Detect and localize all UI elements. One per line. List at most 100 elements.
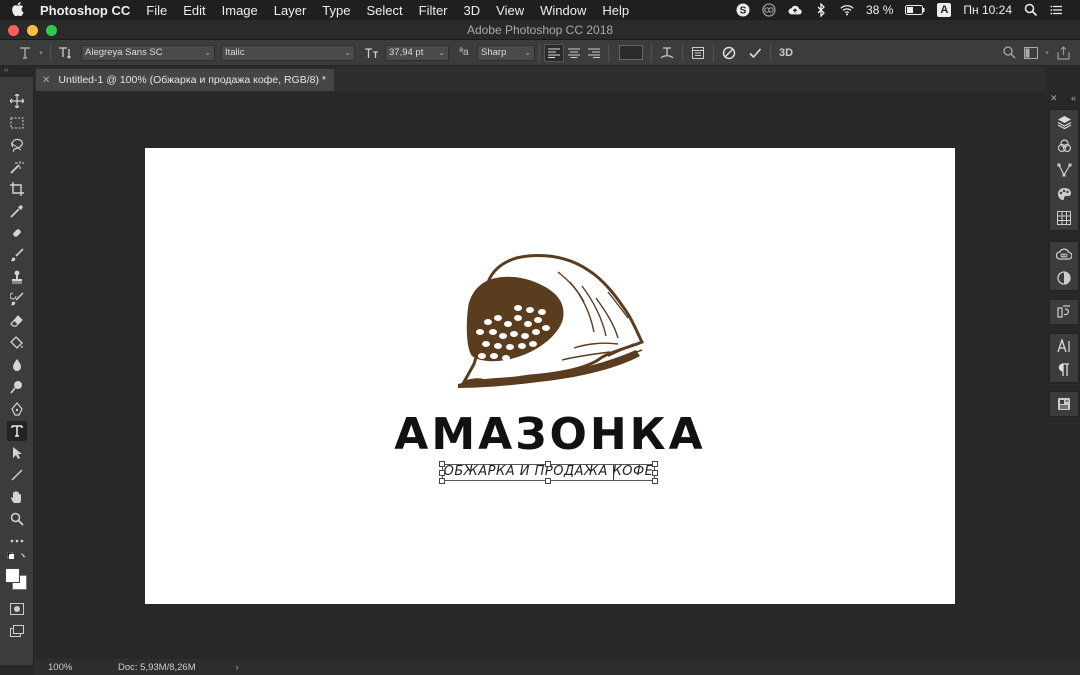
type-tool-preset-icon[interactable] <box>14 42 36 64</box>
align-right-button[interactable] <box>584 44 604 62</box>
font-style-select[interactable]: Italic ⌄ <box>221 44 355 61</box>
menu-window[interactable]: Window <box>532 3 594 18</box>
share-icon[interactable] <box>1052 42 1074 64</box>
bbox-handle-bottom-right[interactable] <box>652 478 658 484</box>
document-tab[interactable]: ✕ Untitled-1 @ 100% (Обжарка и продажа к… <box>36 69 334 91</box>
bluetooth-icon[interactable] <box>808 3 834 17</box>
wifi-icon[interactable] <box>834 3 860 17</box>
tools-panel-collapse-icon[interactable]: ›› <box>0 67 34 77</box>
notification-center-icon[interactable] <box>1044 3 1070 17</box>
close-tab-icon[interactable]: ✕ <box>42 75 50 86</box>
spotlight-search-icon[interactable] <box>1018 3 1044 17</box>
layers-panel-icon[interactable] <box>1050 110 1078 134</box>
zoom-level[interactable]: 100% <box>34 662 84 673</box>
dodge-tool-icon[interactable] <box>7 377 27 397</box>
apple-menu-icon[interactable] <box>0 1 36 19</box>
character-panel-icon[interactable] <box>1050 334 1078 358</box>
menu-select[interactable]: Select <box>358 3 410 18</box>
history-brush-tool-icon[interactable] <box>7 289 27 309</box>
document-canvas[interactable]: АМАЗОНКА ОБЖАРКА И ПРОДАЖА КОФЕ <box>145 148 955 604</box>
cancel-edits-icon[interactable] <box>718 42 740 64</box>
close-window-button[interactable] <box>8 25 19 36</box>
type-tool-icon[interactable] <box>7 421 27 441</box>
pen-tool-icon[interactable] <box>7 399 27 419</box>
more-tools-icon[interactable] <box>7 531 27 551</box>
toggle-text-orientation-icon[interactable] <box>55 42 77 64</box>
bbox-handle-top-middle[interactable] <box>545 461 551 467</box>
menu-view[interactable]: View <box>488 3 532 18</box>
blur-tool-icon[interactable] <box>7 355 27 375</box>
skype-icon[interactable]: S <box>730 3 756 17</box>
menu-type[interactable]: Type <box>314 3 358 18</box>
channels-panel-icon[interactable] <box>1050 134 1078 158</box>
document-size-info[interactable]: Doc: 5,93M/8,26M <box>118 662 196 673</box>
align-center-button[interactable] <box>564 44 584 62</box>
clone-stamp-tool-icon[interactable] <box>7 267 27 287</box>
hand-tool-icon[interactable] <box>7 487 27 507</box>
bbox-handle-middle-left[interactable] <box>439 470 445 476</box>
align-left-button[interactable] <box>544 43 564 62</box>
paths-panel-icon[interactable] <box>1050 158 1078 182</box>
preset-dropdown-icon[interactable]: ▾ <box>36 42 46 64</box>
eyedropper-tool-icon[interactable] <box>7 201 27 221</box>
menu-3d[interactable]: 3D <box>456 3 489 18</box>
workspace-switcher-icon[interactable] <box>1020 42 1042 64</box>
menubar-clock[interactable]: Пн 10:24 <box>957 3 1018 17</box>
character-paragraph-panel-icon[interactable] <box>687 42 709 64</box>
cloud-upload-icon[interactable] <box>782 3 808 17</box>
default-swap-colors-icon[interactable] <box>7 551 27 563</box>
bbox-handle-bottom-left[interactable] <box>439 478 445 484</box>
marquee-tool-icon[interactable] <box>7 113 27 133</box>
zoom-window-button[interactable] <box>46 25 57 36</box>
app-menu[interactable]: Photoshop CC <box>36 3 138 18</box>
brand-headline[interactable]: АМАЗОНКА <box>145 409 955 460</box>
minimize-window-button[interactable] <box>27 25 38 36</box>
close-dock-icon[interactable]: ✕ <box>1050 93 1058 103</box>
search-icon[interactable] <box>998 42 1020 64</box>
color-swatches[interactable] <box>5 568 29 592</box>
libraries-panel-icon[interactable] <box>1050 242 1078 266</box>
bbox-handle-top-right[interactable] <box>652 461 658 467</box>
text-color-swatch[interactable] <box>619 45 643 60</box>
paint-bucket-tool-icon[interactable] <box>7 333 27 353</box>
font-size-select[interactable]: 37,94 pt ⌄ <box>385 44 449 61</box>
input-source-indicator[interactable]: A <box>931 3 957 17</box>
commit-edits-icon[interactable] <box>744 42 766 64</box>
line-tool-icon[interactable] <box>7 465 27 485</box>
swatches-panel-icon[interactable] <box>1050 182 1078 206</box>
crop-tool-icon[interactable] <box>7 179 27 199</box>
healing-brush-tool-icon[interactable] <box>7 223 27 243</box>
status-menu-arrow-icon[interactable]: › <box>236 662 239 673</box>
foreground-color-swatch[interactable] <box>5 568 20 583</box>
bbox-handle-bottom-middle[interactable] <box>545 478 551 484</box>
bbox-handle-middle-right[interactable] <box>652 470 658 476</box>
canvas-workspace[interactable]: АМАЗОНКА ОБЖАРКА И ПРОДАЖА КОФЕ <box>34 91 1046 659</box>
font-family-select[interactable]: Alegreya Sans SC ⌄ <box>81 44 215 61</box>
expand-dock-icon[interactable]: « <box>1071 93 1076 103</box>
menu-layer[interactable]: Layer <box>266 3 315 18</box>
history-panel-icon[interactable] <box>1050 300 1078 324</box>
bbox-handle-top-left[interactable] <box>439 461 445 467</box>
create-3d-button[interactable]: 3D <box>775 42 797 64</box>
brush-tool-icon[interactable] <box>7 245 27 265</box>
patterns-panel-icon[interactable] <box>1050 206 1078 230</box>
eraser-tool-icon[interactable] <box>7 311 27 331</box>
quick-mask-icon[interactable] <box>7 599 27 619</box>
workspace-dropdown-icon[interactable]: ▾ <box>1042 42 1052 64</box>
battery-icon[interactable] <box>899 5 931 15</box>
menu-help[interactable]: Help <box>594 3 637 18</box>
creative-cloud-icon[interactable] <box>756 3 782 17</box>
adjustments-panel-icon[interactable] <box>1050 266 1078 290</box>
magic-wand-tool-icon[interactable] <box>7 157 27 177</box>
screen-mode-icon[interactable] <box>7 621 27 641</box>
lasso-tool-icon[interactable] <box>7 135 27 155</box>
warp-text-icon[interactable] <box>656 42 678 64</box>
paragraph-panel-icon[interactable] <box>1050 358 1078 382</box>
menu-edit[interactable]: Edit <box>175 3 213 18</box>
path-selection-tool-icon[interactable] <box>7 443 27 463</box>
menu-filter[interactable]: Filter <box>411 3 456 18</box>
menu-image[interactable]: Image <box>214 3 266 18</box>
properties-panel-icon[interactable] <box>1050 392 1078 416</box>
zoom-tool-icon[interactable] <box>7 509 27 529</box>
anti-alias-select[interactable]: Sharp ⌄ <box>477 44 535 61</box>
